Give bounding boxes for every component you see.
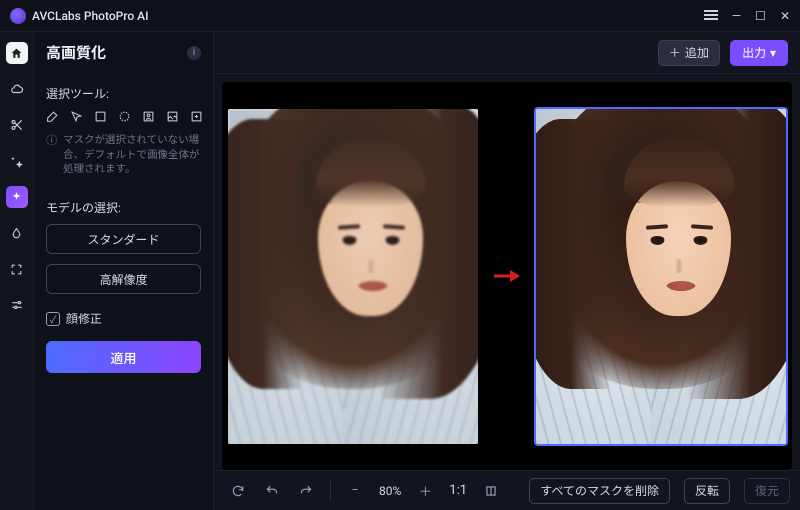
check-icon: ✓ (46, 312, 60, 326)
model-option-standard[interactable]: スタンダード (46, 224, 201, 254)
magic-icon (10, 191, 23, 204)
output-button[interactable]: 出力 ▾ (730, 40, 788, 66)
undo-icon (265, 484, 279, 498)
redo-button[interactable] (292, 479, 320, 503)
warning-icon: ⓘ (46, 133, 57, 148)
redo-icon (299, 484, 313, 498)
app-logo-icon (10, 8, 26, 24)
pointer-icon (70, 110, 83, 123)
add-rect-icon (190, 110, 203, 123)
face-fix-label: 顔修正 (66, 310, 102, 327)
face-fix-checkbox[interactable]: ✓ 顔修正 (46, 310, 201, 327)
info-icon[interactable]: i (187, 46, 201, 60)
nav-settings[interactable] (6, 294, 28, 316)
person-icon (142, 110, 155, 123)
tool-add-rect[interactable] (190, 110, 203, 127)
minimize-button[interactable]: — (732, 9, 741, 23)
invert-button[interactable]: 反転 (684, 478, 730, 504)
nav-droplet[interactable] (6, 222, 28, 244)
maximize-button[interactable]: ☐ (755, 9, 766, 23)
nav-cloud[interactable] (6, 78, 28, 100)
hamburger-icon (704, 10, 718, 20)
nav-sparkle[interactable] (6, 150, 28, 172)
app-name: AVCLabs PhotoPro AI (32, 9, 149, 23)
apply-button[interactable]: 適用 (46, 341, 201, 373)
page-title: 高画質化 (46, 42, 106, 63)
add-button-label: 追加 (685, 44, 709, 61)
expand-icon (10, 263, 23, 276)
ellipse-icon (118, 110, 131, 123)
brush-icon (46, 110, 59, 123)
arrow-icon (492, 266, 522, 286)
tool-ellipse[interactable] (118, 110, 131, 127)
before-image[interactable] (228, 109, 478, 444)
sliders-icon (10, 298, 24, 312)
app-title: AVCLabs PhotoPro AI (10, 8, 149, 24)
home-icon (10, 47, 23, 60)
close-button[interactable]: ✕ (780, 9, 790, 23)
preview-canvas (222, 82, 792, 470)
refresh-button[interactable] (224, 479, 252, 503)
tool-rect[interactable] (94, 110, 107, 127)
add-button[interactable]: ＋ 追加 (658, 40, 720, 66)
plus-icon: ＋ (669, 44, 681, 61)
undo-button[interactable] (258, 479, 286, 503)
droplet-icon (10, 227, 23, 240)
rect-icon (94, 110, 107, 123)
after-image[interactable] (536, 109, 786, 444)
separator (330, 481, 331, 501)
model-option-highres[interactable]: 高解像度 (46, 264, 201, 294)
sparkle-icon (10, 154, 24, 168)
zoom-in-button[interactable]: ＋ (411, 479, 439, 503)
zoom-value: 80% (375, 484, 405, 498)
background-icon (166, 110, 179, 123)
refresh-icon (231, 484, 245, 498)
tool-background[interactable] (166, 110, 179, 127)
tools-hint: マスクが選択されていない場合、デフォルトで画像全体が処理されます。 (63, 133, 201, 177)
output-button-label: 出力 (742, 44, 766, 61)
fit-screen-button[interactable] (477, 479, 505, 503)
menu-button[interactable] (704, 9, 718, 23)
nav-expand[interactable] (6, 258, 28, 280)
nav-enhance[interactable] (6, 186, 28, 208)
delete-all-masks-button[interactable]: すべてのマスクを削除 (529, 478, 670, 504)
nav-home[interactable] (6, 42, 28, 64)
cloud-icon (10, 82, 24, 96)
fit-icon (484, 484, 498, 498)
nav-rail (0, 32, 34, 510)
zoom-out-button[interactable]: − (341, 479, 369, 503)
zoom-1to1-button[interactable]: 1:1 (445, 479, 471, 503)
tool-person[interactable] (142, 110, 155, 127)
tools-section-label: 選択ツール: (46, 85, 201, 102)
tool-pointer[interactable] (70, 110, 83, 127)
scissors-icon (10, 118, 24, 132)
tool-brush[interactable] (46, 110, 59, 127)
model-section-label: モデルの選択: (46, 199, 201, 216)
chevron-down-icon: ▾ (770, 46, 776, 60)
restore-button[interactable]: 復元 (744, 478, 790, 504)
nav-scissors[interactable] (6, 114, 28, 136)
